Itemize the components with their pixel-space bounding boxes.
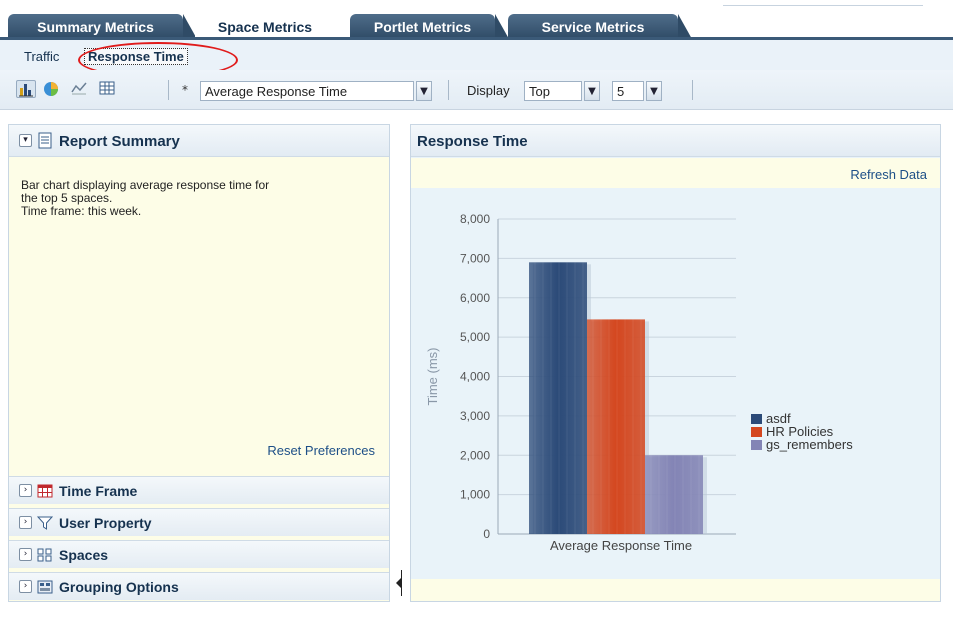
y-tick-label: 4,000	[460, 370, 490, 384]
report-summary-header[interactable]: ▾ Report Summary	[9, 125, 389, 157]
response-time-panel: Response Time Refresh Data 0 1,000 2,000 3,…	[410, 124, 941, 602]
y-tick-label: 6,000	[460, 291, 490, 305]
toolbar-separator	[692, 80, 693, 100]
panel-footer	[411, 579, 940, 601]
splitter-line	[401, 570, 402, 596]
refresh-data-link[interactable]: Refresh Data	[850, 167, 927, 182]
tab-label: Space Metrics	[217, 19, 313, 35]
toolbar: * Average Response Time ▼ Display Top ▼ …	[0, 70, 953, 110]
bar-asdf	[529, 262, 587, 534]
accordion-label: User Property	[59, 515, 152, 531]
header-decoration	[723, 0, 923, 6]
line-chart-icon[interactable]	[70, 80, 90, 98]
y-tick-label: 0	[483, 527, 490, 541]
bar-chart-icon[interactable]	[16, 80, 36, 98]
report-summary-panel: ▾ Report Summary Bar chart displaying av…	[8, 124, 390, 602]
calendar-icon	[37, 484, 53, 498]
bar-gs-remembers	[645, 455, 703, 534]
accordion-user-property[interactable]: › User Property	[9, 508, 389, 536]
x-category-label: Average Response Time	[550, 538, 692, 553]
collapse-icon[interactable]: ▾	[19, 134, 32, 147]
legend-swatch	[751, 440, 762, 450]
grouping-icon	[37, 580, 53, 594]
filter-icon	[36, 516, 54, 530]
metric-select[interactable]: Average Response Time	[200, 81, 414, 101]
chevron-down-icon[interactable]: ▼	[416, 81, 432, 101]
expand-icon[interactable]: ›	[19, 484, 32, 497]
accordion-time-frame[interactable]: › Time Frame	[9, 476, 389, 504]
y-axis-label: Time (ms)	[425, 347, 440, 405]
accordion-grouping-options[interactable]: › Grouping Options	[9, 572, 389, 600]
expand-icon[interactable]: ›	[19, 548, 32, 561]
accordion-label: Grouping Options	[59, 579, 179, 595]
subtab-traffic[interactable]: Traffic	[24, 49, 59, 64]
display-select[interactable]: Top	[524, 81, 582, 101]
chevron-down-icon[interactable]: ▼	[584, 81, 600, 101]
y-tick-label: 1,000	[460, 488, 490, 502]
expand-icon[interactable]: ›	[19, 516, 32, 529]
expand-icon[interactable]: ›	[19, 580, 32, 593]
tab-service-metrics[interactable]: Service Metrics	[508, 14, 692, 39]
tab-summary-metrics[interactable]: Summary Metrics	[8, 14, 197, 39]
reset-preferences-link[interactable]: Reset Preferences	[267, 443, 375, 458]
description-line: Time frame: this week.	[21, 204, 142, 218]
y-tick-label: 8,000	[460, 212, 490, 226]
legend-swatch	[751, 427, 762, 437]
response-time-chart: 0 1,000 2,000 3,000 4,000 5,000 6,000 7,000 8,00…	[425, 212, 853, 553]
response-time-title: Response Time	[417, 133, 528, 150]
tab-label: Portlet Metrics	[373, 18, 472, 35]
legend-label: gs_remembers	[766, 437, 853, 452]
toolbar-separator	[168, 80, 169, 100]
table-icon[interactable]	[98, 80, 118, 98]
required-marker: *	[182, 83, 188, 97]
y-tick-label: 2,000	[460, 448, 490, 462]
tab-label: Service Metrics	[541, 18, 645, 35]
toolbar-separator	[448, 80, 449, 100]
display-label: Display	[467, 83, 510, 98]
spaces-icon	[37, 548, 53, 562]
response-time-header: Response Time	[411, 125, 940, 157]
y-tick-label: 7,000	[460, 251, 490, 265]
tab-portlet-metrics[interactable]: Portlet Metrics	[350, 14, 509, 39]
accordion-label: Time Frame	[59, 483, 138, 499]
report-summary-title: Report Summary	[59, 133, 180, 150]
pie-chart-icon[interactable]	[42, 80, 62, 98]
chevron-down-icon[interactable]: ▼	[646, 81, 662, 101]
bar-hr-policies	[587, 319, 645, 534]
y-tick-label: 5,000	[460, 330, 490, 344]
count-select[interactable]: 5	[612, 81, 644, 101]
top-tab-bar: Summary Metrics Space Metrics Portlet Me…	[0, 0, 953, 40]
report-description: Bar chart displaying average response ti…	[21, 179, 351, 218]
document-icon	[37, 132, 53, 152]
accordion-label: Spaces	[59, 547, 109, 563]
tab-label: Summary Metrics	[37, 18, 154, 35]
legend-swatch	[751, 414, 762, 424]
y-tick-label: 3,000	[460, 409, 490, 423]
panel-splitter[interactable]	[396, 570, 402, 596]
accordion-spaces[interactable]: › Spaces	[9, 540, 389, 568]
refresh-bar: Refresh Data	[411, 158, 940, 188]
